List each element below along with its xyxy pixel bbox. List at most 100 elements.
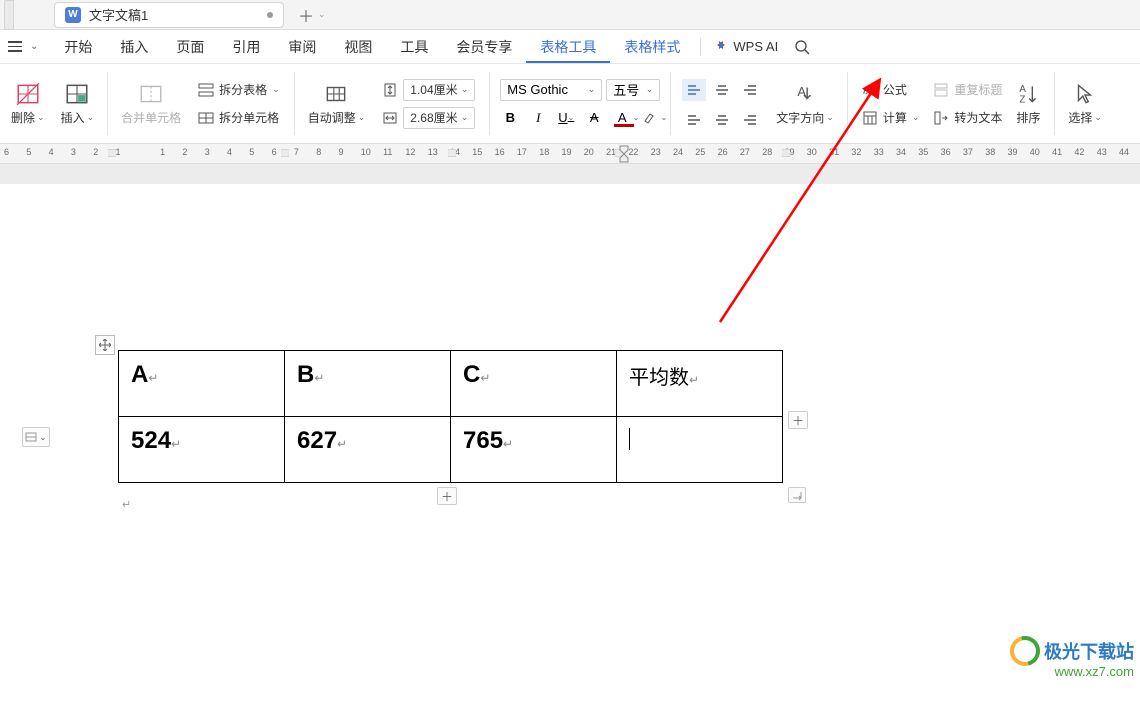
convert-text-icon — [933, 110, 949, 126]
ribbon: 删除⌄ 插入⌄ 合并单元格 拆分表格⌄ 拆分单元格 自动调整⌄ — [0, 64, 1140, 144]
formula-label: 公式 — [883, 81, 907, 98]
table-cell-header-avg[interactable]: 平均数↵ — [617, 351, 783, 417]
doc-title: 文字文稿1 — [89, 5, 259, 24]
table-cell-header-c[interactable]: C↵ — [451, 351, 617, 417]
highlight-button[interactable]: ⌄ — [638, 107, 662, 129]
text-direction-label: 文字方向 — [776, 109, 824, 126]
menu-start[interactable]: 开始 — [50, 31, 106, 63]
strikethrough-button[interactable]: A — [582, 107, 606, 129]
document-page[interactable]: ⌄ A↵ B↵ C↵ 平均数↵ 524↵ 627↵ 765↵ ＋ ＋ ↵ — [0, 184, 1140, 704]
sort-icon: AZ — [1015, 81, 1041, 107]
watermark: 极光下载站 www.xz7.com — [1010, 636, 1134, 679]
wps-ai-button[interactable]: WPS AI — [713, 39, 778, 54]
italic-button[interactable]: I — [526, 107, 550, 129]
formula-icon: fx — [862, 82, 878, 98]
delete-button[interactable]: 删除⌄ — [6, 78, 50, 129]
align-bottom-center[interactable] — [710, 107, 734, 129]
cursor-icon — [1072, 81, 1098, 107]
delete-label: 删除 — [11, 109, 35, 126]
col-width-icon — [382, 110, 398, 126]
calculate-icon — [862, 110, 878, 126]
menu-member[interactable]: 会员专享 — [442, 31, 526, 63]
document-tab[interactable]: W 文字文稿1 — [54, 2, 284, 28]
horizontal-ruler[interactable]: 6543211234567891011121314151617181920212… — [0, 144, 1140, 164]
delete-table-icon — [15, 81, 41, 107]
convert-text-button[interactable]: 转为文本 — [930, 106, 1005, 130]
table-cell-r1c3[interactable]: 765↵ — [451, 417, 617, 483]
menu-button[interactable] — [4, 36, 26, 58]
menu-review[interactable]: 审阅 — [274, 31, 330, 63]
auto-adjust-label: 自动调整 — [308, 109, 356, 126]
chevron-down-icon[interactable]: ⌄ — [30, 41, 38, 52]
svg-text:Z: Z — [1020, 95, 1026, 106]
table-cell-header-b[interactable]: B↵ — [285, 351, 451, 417]
col-width-value: 2.68厘米 — [410, 109, 457, 126]
menu-reference[interactable]: 引用 — [218, 31, 274, 63]
insert-table-icon — [64, 81, 90, 107]
font-name-value: MS Gothic — [507, 82, 568, 97]
font-name-select[interactable]: MS Gothic⌄ — [500, 79, 602, 101]
search-icon[interactable] — [794, 39, 810, 55]
font-color-button[interactable]: A⌄ — [610, 107, 634, 129]
align-bottom-right[interactable] — [738, 107, 762, 129]
repeat-header-button: 重复标题 — [930, 78, 1005, 102]
select-button[interactable]: 选择⌄ — [1063, 78, 1107, 129]
split-cells-button[interactable]: 拆分单元格 — [195, 106, 282, 130]
menu-table-tools[interactable]: 表格工具 — [526, 31, 610, 63]
font-size-select[interactable]: 五号⌄ — [606, 79, 660, 101]
merge-cells-button: 合并单元格 — [116, 78, 186, 129]
menu-tools[interactable]: 工具 — [386, 31, 442, 63]
table-cell-r1c4-active[interactable] — [617, 417, 783, 483]
split-table-label: 拆分表格 — [219, 81, 267, 98]
convert-text-label: 转为文本 — [954, 109, 1002, 126]
divider — [700, 38, 701, 56]
table-cell-header-a[interactable]: A↵ — [119, 351, 285, 417]
menu-insert[interactable]: 插入 — [106, 31, 162, 63]
ai-logo-icon — [713, 41, 729, 53]
split-table-button[interactable]: 拆分表格⌄ — [195, 78, 283, 102]
sort-button[interactable]: AZ 排序 — [1010, 78, 1046, 129]
calculate-label: 计算 — [883, 109, 907, 126]
merge-cells-label: 合并单元格 — [121, 109, 181, 126]
bold-button[interactable]: B — [498, 107, 522, 129]
table-cell-r1c1[interactable]: 524↵ — [119, 417, 285, 483]
repeat-header-icon — [933, 82, 949, 98]
table[interactable]: A↵ B↵ C↵ 平均数↵ 524↵ 627↵ 765↵ — [118, 350, 783, 483]
table-cell-r1c2[interactable]: 627↵ — [285, 417, 451, 483]
plus-icon: ＋ — [298, 3, 314, 27]
align-top-left[interactable] — [682, 79, 706, 101]
row-height-control[interactable]: 1.04厘米⌄ — [379, 78, 478, 102]
menu-table-style[interactable]: 表格样式 — [610, 31, 694, 63]
truncated-tab[interactable] — [4, 0, 14, 30]
align-top-center[interactable] — [710, 79, 734, 101]
text-direction-button[interactable]: A 文字方向⌄ — [771, 78, 839, 129]
add-column-button[interactable]: ＋ — [788, 411, 808, 429]
menu-view[interactable]: 视图 — [330, 31, 386, 63]
doc-gap — [0, 164, 1140, 184]
split-cells-label: 拆分单元格 — [219, 109, 279, 126]
insert-button[interactable]: 插入⌄ — [56, 78, 100, 129]
col-width-control[interactable]: 2.68厘米⌄ — [379, 106, 478, 130]
auto-adjust-button[interactable]: 自动调整⌄ — [303, 78, 371, 129]
insert-label: 插入 — [61, 109, 85, 126]
watermark-name: 极光下载站 — [1044, 638, 1134, 664]
row-properties-handle[interactable]: ⌄ — [22, 427, 50, 447]
align-top-right[interactable] — [738, 79, 762, 101]
text-direction-icon: A — [792, 81, 818, 107]
calculate-button[interactable]: 计算⌄ — [859, 106, 923, 130]
formula-button[interactable]: fx 公式 — [859, 78, 910, 102]
resize-handle[interactable] — [788, 487, 806, 503]
table-move-handle[interactable] — [95, 335, 115, 355]
add-row-button[interactable]: ＋ — [437, 487, 457, 505]
align-bottom-left[interactable] — [682, 107, 706, 129]
menu-page[interactable]: 页面 — [162, 31, 218, 63]
svg-text:A: A — [1020, 84, 1027, 95]
underline-button[interactable]: U⌄ — [554, 107, 578, 129]
watermark-url: www.xz7.com — [1055, 664, 1134, 679]
svg-text:fx: fx — [863, 86, 872, 97]
new-tab-button[interactable]: ＋ ⌄ — [298, 3, 326, 27]
auto-adjust-icon — [323, 81, 349, 107]
select-label: 选择 — [1068, 109, 1092, 126]
row-height-value: 1.04厘米 — [410, 81, 457, 98]
watermark-logo-icon — [1005, 631, 1046, 672]
